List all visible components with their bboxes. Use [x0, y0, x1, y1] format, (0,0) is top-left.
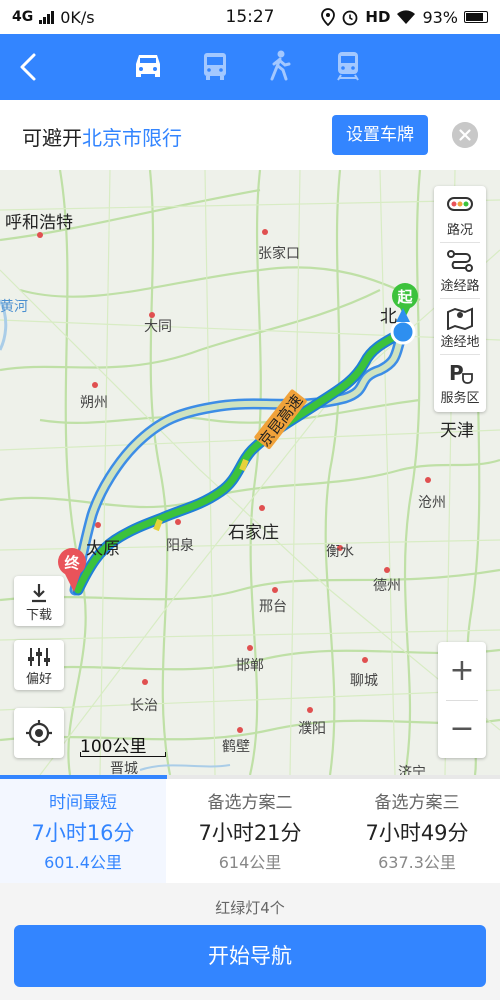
service-area-button[interactable]: P 服务区 — [434, 354, 486, 410]
road-network — [0, 170, 500, 775]
preference-button[interactable]: 偏好 — [14, 640, 64, 690]
via-place-label: 途经地 — [440, 335, 480, 350]
route-name: 备选方案三 — [374, 793, 460, 813]
city-label: 濮阳 — [298, 721, 326, 737]
zoom-out-button[interactable]: − — [438, 700, 486, 758]
city-label: 石家庄 — [228, 523, 279, 543]
route-time: 7小时49分 — [365, 821, 469, 845]
city-label: 沧州 — [418, 495, 446, 511]
map-base: 京昆高速 起 终 — [0, 170, 500, 775]
svg-text:终: 终 — [64, 554, 80, 572]
traffic-lights-count: 红绿灯4个 — [215, 899, 285, 917]
download-label: 下载 — [25, 608, 52, 623]
zoom-control: + − — [438, 642, 486, 758]
route-distance: 614公里 — [218, 853, 282, 872]
alarm-icon — [343, 10, 358, 26]
route-option-3[interactable]: 备选方案三 7小时49分 637.3公里 — [334, 779, 500, 883]
traffic-label: 路况 — [446, 223, 473, 238]
traffic-button[interactable]: 路况 — [434, 186, 486, 242]
map-pin-icon — [447, 307, 473, 330]
city-label: 长治 — [130, 698, 158, 714]
via-road-button[interactable]: 途经路 — [434, 242, 486, 298]
wifi-icon — [397, 10, 416, 24]
preference-label: 偏好 — [25, 672, 52, 687]
city-label: 黄河 — [0, 299, 28, 315]
route-option-1[interactable]: 时间最短 7小时16分 601.4公里 — [0, 779, 166, 883]
route-name: 备选方案二 — [207, 793, 293, 813]
restriction-city[interactable]: 北京市限行 — [82, 126, 182, 150]
city-label: 邢台 — [259, 599, 287, 615]
route-time: 7小时16分 — [31, 821, 135, 845]
download-button[interactable]: 下载 — [14, 576, 64, 626]
route-via-icon — [447, 250, 473, 272]
city-label: 朔州 — [80, 395, 108, 411]
download-icon — [32, 584, 46, 603]
car-icon[interactable] — [130, 48, 166, 84]
via-road-label: 途经路 — [440, 279, 480, 294]
restriction-text: 可避开北京市限行 — [22, 122, 182, 151]
city-label: 衡水 — [326, 544, 354, 560]
route-distance: 601.4公里 — [44, 853, 122, 872]
city-label: 阳泉 — [166, 538, 194, 554]
city-label: 聊城 — [350, 673, 378, 689]
top-nav-bar — [0, 34, 500, 100]
route-time: 7小时21分 — [198, 821, 302, 845]
network-type: 4G — [12, 9, 34, 25]
city-label: 邯郸 — [236, 658, 264, 674]
footer: 红绿灯4个 开始导航 — [0, 883, 500, 1000]
city-label: 大同 — [144, 319, 172, 335]
map-tools-panel: 路况 途经路 途经地 P 服务区 — [434, 186, 486, 412]
city-label: 呼和浩特 — [5, 213, 73, 233]
svg-text:P: P — [449, 361, 464, 385]
route-option-2[interactable]: 备选方案二 7小时21分 614公里 — [167, 779, 333, 883]
city-label: 德州 — [373, 578, 401, 594]
zoom-in-button[interactable]: + — [438, 642, 486, 700]
sliders-icon — [28, 648, 50, 666]
route-distance: 637.3公里 — [378, 853, 456, 872]
city-label: 天津 — [440, 421, 474, 441]
city-label: 晋城 — [110, 761, 138, 775]
map-view[interactable]: 京昆高速 起 终 呼和浩特 张家口 大同 朔州 北 天津 沧州 太原 阳泉 石家… — [0, 170, 500, 775]
close-icon[interactable] — [452, 122, 478, 148]
locate-icon — [26, 720, 52, 746]
route-name: 时间最短 — [49, 793, 117, 813]
traffic-icon — [447, 197, 473, 211]
city-label: 张家口 — [258, 246, 300, 262]
bus-icon[interactable] — [197, 48, 233, 84]
location-icon — [321, 8, 336, 26]
status-bar: 4G 0K/s 15:27 HD 93% — [0, 0, 500, 34]
city-label: 太原 — [86, 539, 120, 559]
route-options: 时间最短 7小时16分 601.4公里 备选方案二 7小时21分 614公里 备… — [0, 779, 500, 883]
svg-text:起: 起 — [396, 288, 413, 306]
city-label: 鹤壁 — [222, 739, 250, 755]
battery-percent: 93% — [422, 7, 458, 27]
hd-badge: HD — [365, 8, 391, 26]
walk-icon[interactable] — [262, 48, 298, 84]
start-navigation-button[interactable]: 开始导航 — [14, 925, 486, 987]
network-speed: 0K/s — [60, 7, 95, 27]
minor-roads — [0, 170, 500, 775]
parking-cafe-icon: P — [449, 361, 473, 385]
back-arrow-icon[interactable] — [14, 50, 44, 84]
battery-icon — [464, 11, 488, 23]
service-area-label: 服务区 — [440, 391, 480, 406]
city-label: 济宁 — [398, 765, 426, 775]
train-icon[interactable] — [330, 48, 366, 84]
locate-button[interactable] — [14, 708, 64, 758]
map-scale-bar — [80, 752, 166, 757]
via-place-button[interactable]: 途经地 — [434, 298, 486, 354]
set-plate-button[interactable]: 设置车牌 — [332, 115, 428, 155]
restriction-prefix: 可避开 — [22, 126, 82, 150]
signal-icon — [39, 10, 55, 24]
city-label: 北 — [380, 307, 397, 327]
